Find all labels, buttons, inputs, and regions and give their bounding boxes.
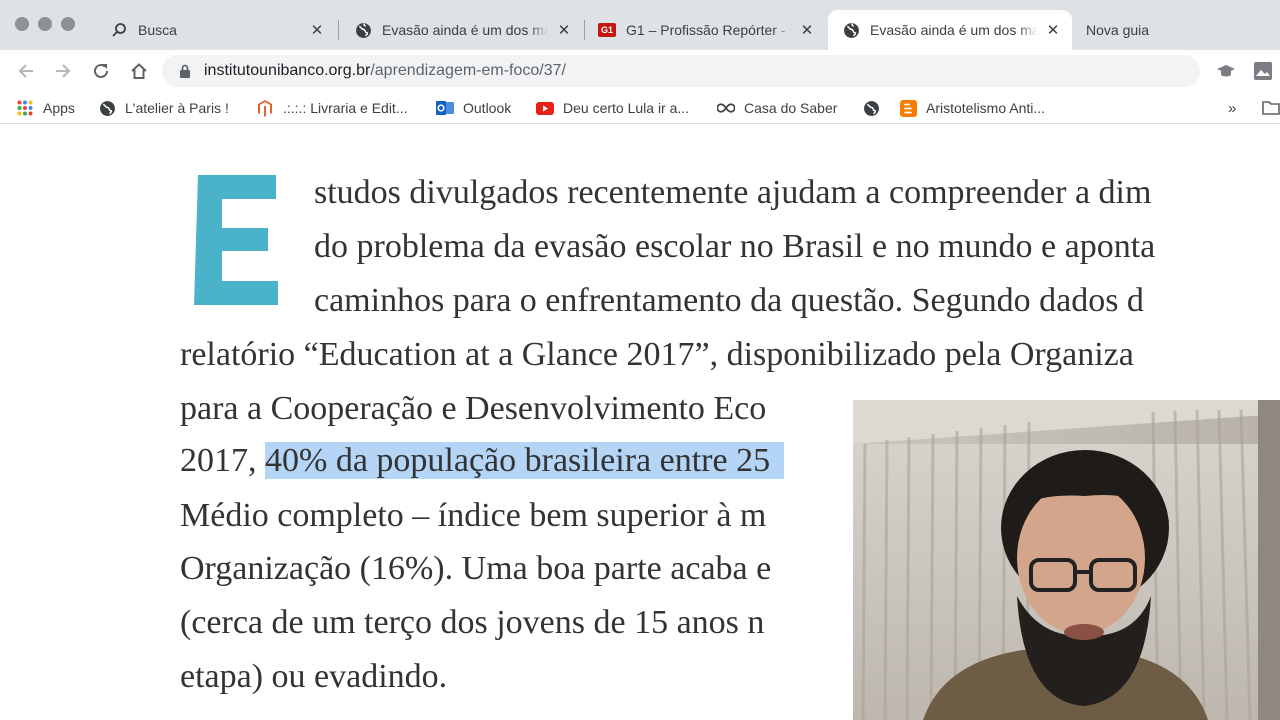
home-icon [131, 63, 147, 79]
reload-icon [94, 63, 108, 78]
globe-icon [98, 99, 116, 117]
bookmarks-bar: Apps L'atelier à Paris ! .:.:.: Livraria… [0, 92, 1280, 124]
magento-icon [256, 99, 274, 117]
article-line: etapa) ou evadindo. [180, 658, 448, 695]
bookmark-label: Outlook [463, 100, 512, 116]
url-host: institutounibanco.org.br [204, 62, 371, 79]
bookmark-label: .:.:.: Livraria e Edit... [283, 100, 408, 116]
tab-evasao-active[interactable]: Evasão ainda é um dos maiores desafios ✕ [828, 10, 1072, 50]
article-line: 2017, 40% da população brasileira entre … [180, 442, 785, 480]
article-line: studos divulgados recentemente ajudam a … [314, 174, 1152, 211]
bookmark-label: Deu certo Lula ir a... [563, 100, 690, 116]
reload-button[interactable] [86, 56, 116, 86]
tab-title: Nova guia [1086, 22, 1150, 38]
globe-icon [354, 21, 372, 39]
url-path: /aprendizagem-em-foco/37/ [370, 62, 566, 79]
lock-icon [180, 64, 190, 78]
bookmark-label: Aristotelismo Anti... [926, 100, 1046, 116]
tab-busca[interactable]: Busca ✕ [96, 10, 336, 50]
globe-icon [842, 21, 860, 39]
arrow-left-icon [18, 64, 33, 78]
bookmarks-overflow-button[interactable]: » [1228, 97, 1236, 119]
bookmark-label: L'atelier à Paris ! [125, 100, 229, 116]
article-line: Médio completo – índice bem superior à m [180, 497, 767, 534]
tab-evasao[interactable]: Evasão ainda é um dos maiores desafios ✕ [340, 10, 583, 50]
close-icon[interactable]: ✕ [308, 21, 326, 39]
zoom-window-button[interactable] [61, 17, 75, 31]
bookmark-aristotelismo[interactable]: Aristotelismo Anti... [899, 97, 1045, 119]
bookmark-casa-do-saber[interactable]: Casa do Saber [717, 97, 837, 119]
tab-new[interactable]: Nova guia [1072, 10, 1192, 50]
article-line: para a Cooperação e Desenvolvimento Eco [180, 390, 767, 427]
article-line: Organização (16%). Uma boa parte acaba e [180, 550, 772, 587]
extension-button[interactable] [1211, 56, 1241, 86]
youtube-icon [536, 99, 554, 117]
chevron-double-right-icon: » [1228, 99, 1237, 117]
bookmark-globe[interactable] [862, 97, 889, 119]
article-line: relatório “Education at a Glance 2017”, … [180, 336, 1134, 373]
other-bookmarks-button[interactable] [1262, 97, 1280, 119]
webcam-overlay [853, 400, 1280, 720]
folder-icon [1262, 101, 1280, 115]
bookmark-deu-certo[interactable]: Deu certo Lula ir a... [536, 97, 689, 119]
bookmark-latelier[interactable]: L'atelier à Paris ! [98, 97, 229, 119]
dropcap-letter: E [194, 175, 278, 305]
highlighted-selection: 40% da população brasileira entre 25 [265, 442, 785, 479]
home-button[interactable] [124, 56, 154, 86]
tab-title: Evasão ainda é um dos maiores desafios [382, 22, 549, 38]
bookmark-label: Casa do Saber [744, 100, 838, 116]
graduation-cap-icon [1217, 65, 1235, 77]
arrow-right-icon [56, 64, 71, 78]
blogger-icon [899, 99, 917, 117]
g1-icon: G1 [598, 21, 616, 39]
close-window-button[interactable] [15, 17, 29, 31]
tab-g1[interactable]: G1 G1 – Profissão Repórter - G1 ✕ [584, 10, 826, 50]
extension-button[interactable] [1248, 56, 1278, 86]
g1-badge: G1 [598, 23, 616, 37]
image-icon [1254, 62, 1272, 80]
article-line: (cerca de um terço dos jovens de 15 anos… [180, 604, 765, 641]
article-line: caminhos para o enfrentamento da questão… [314, 282, 1144, 319]
bookmark-label: Apps [43, 100, 75, 116]
line-prefix: 2017, [180, 442, 257, 479]
forward-button[interactable] [48, 56, 78, 86]
close-icon[interactable]: ✕ [798, 21, 816, 39]
apps-grid-icon [16, 99, 34, 117]
address-bar[interactable]: institutounibanco.org.br/aprendizagem-em… [162, 55, 1200, 87]
search-icon [110, 21, 128, 39]
close-icon[interactable]: ✕ [1044, 21, 1062, 39]
back-button[interactable] [11, 56, 41, 86]
tab-title: G1 – Profissão Repórter - G1 [626, 22, 792, 38]
globe-icon [862, 99, 880, 117]
tab-title: Busca [138, 22, 177, 38]
bookmark-outlook[interactable]: Outlook [436, 97, 511, 119]
close-icon[interactable]: ✕ [555, 21, 573, 39]
tab-strip: Busca ✕ Evasão ainda é um dos maiores de… [0, 0, 1280, 50]
bookmark-apps[interactable]: Apps [16, 97, 75, 119]
article-line: do problema da evasão escolar no Brasil … [314, 228, 1156, 265]
minimize-window-button[interactable] [38, 17, 52, 31]
infinity-icon [717, 99, 735, 117]
outlook-icon [436, 99, 454, 117]
bookmark-livraria[interactable]: .:.:.: Livraria e Edit... [256, 97, 408, 119]
tab-title: Evasão ainda é um dos maiores desafios [870, 22, 1038, 38]
